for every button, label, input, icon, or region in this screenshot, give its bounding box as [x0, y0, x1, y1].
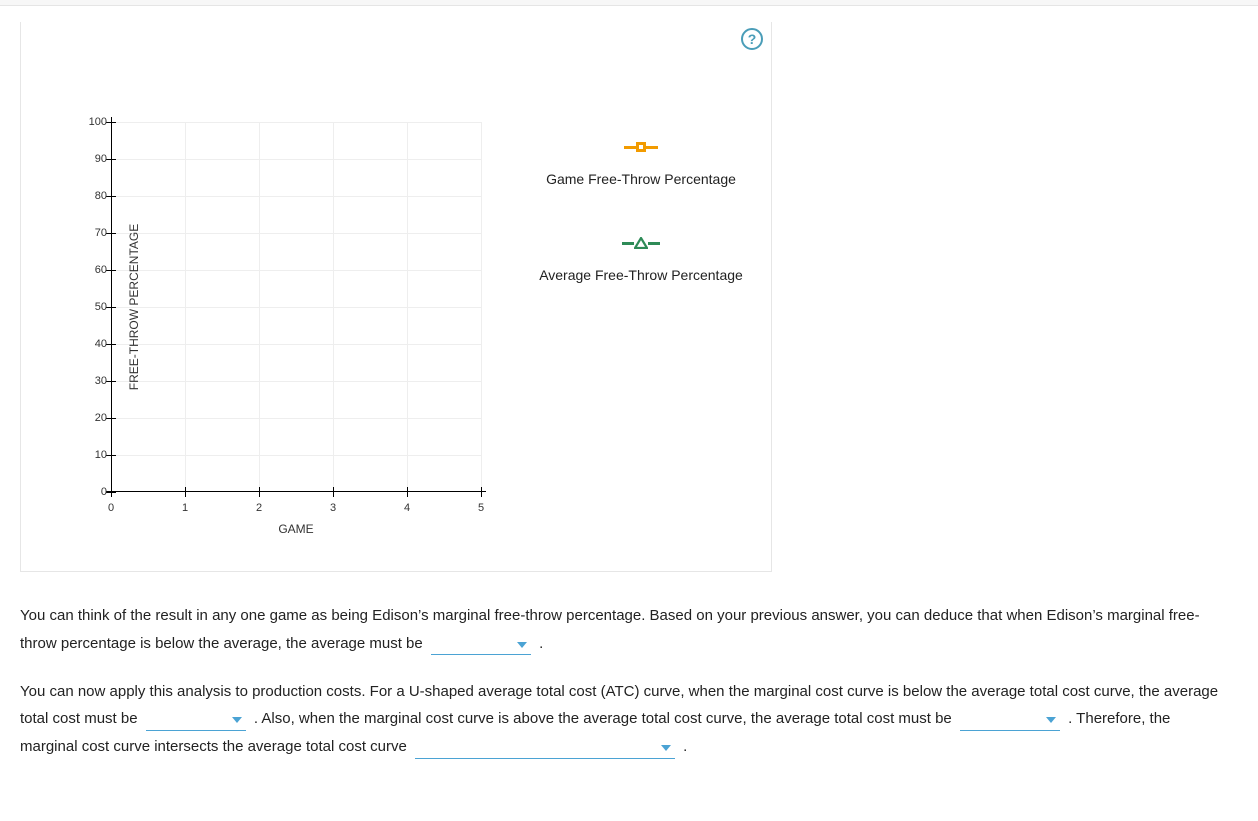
x-tick-label: 0 — [108, 502, 114, 514]
y-tick-label: 10 — [77, 449, 107, 461]
y-tick-label: 90 — [77, 153, 107, 165]
x-axis-title: GAME — [278, 522, 313, 536]
dropdown-atc-above[interactable] — [960, 711, 1060, 731]
dropdown-intersect[interactable] — [415, 739, 675, 759]
legend-item-game[interactable]: Game Free-Throw Percentage — [521, 137, 761, 187]
x-tick-label: 3 — [330, 502, 336, 514]
x-tick-label: 1 — [182, 502, 188, 514]
x-tick-label: 5 — [478, 502, 484, 514]
help-label: ? — [748, 31, 757, 47]
chart-plot[interactable]: 100 90 80 70 60 50 40 30 20 10 0 0 1 2 3… — [111, 122, 481, 492]
question-paragraph-1: You can think of the result in any one g… — [20, 602, 1220, 658]
question-paragraph-2: You can now apply this analysis to produ… — [20, 678, 1220, 761]
square-marker-icon — [636, 142, 646, 152]
y-tick-label: 50 — [77, 301, 107, 313]
y-tick-label: 40 — [77, 338, 107, 350]
x-tick-label: 4 — [404, 502, 410, 514]
legend-item-average[interactable]: Average Free-Throw Percentage — [521, 233, 761, 283]
y-tick-label: 60 — [77, 264, 107, 276]
y-tick-label: 20 — [77, 412, 107, 424]
chart-panel: ? — [20, 22, 772, 572]
caret-down-icon — [661, 745, 671, 751]
triangle-marker-icon — [622, 242, 634, 245]
legend-label: Game Free-Throw Percentage — [521, 171, 761, 187]
square-marker-icon — [646, 146, 658, 149]
question-text: . — [679, 738, 687, 755]
question-text: . — [535, 635, 543, 652]
caret-down-icon — [1046, 717, 1056, 723]
triangle-marker-icon — [648, 242, 660, 245]
question-text: You can think of the result in any one g… — [20, 607, 1200, 652]
legend-label: Average Free-Throw Percentage — [521, 267, 761, 283]
help-icon[interactable]: ? — [741, 28, 763, 50]
dropdown-atc-below[interactable] — [146, 711, 246, 731]
y-axis-title: FREE-THROW PERCENTAGE — [127, 224, 141, 390]
x-axis — [106, 491, 486, 492]
y-tick-label: 30 — [77, 375, 107, 387]
y-tick-label: 80 — [77, 190, 107, 202]
caret-down-icon — [232, 717, 242, 723]
triangle-marker-icon — [634, 237, 648, 249]
y-tick-label: 70 — [77, 227, 107, 239]
square-marker-icon — [624, 146, 636, 149]
y-tick-label: 100 — [77, 116, 107, 128]
caret-down-icon — [517, 642, 527, 648]
chart-legend: Game Free-Throw Percentage Average Free-… — [521, 137, 761, 329]
dropdown-avg-direction[interactable] — [431, 635, 531, 655]
x-tick-label: 2 — [256, 502, 262, 514]
question-text: . Also, when the marginal cost curve is … — [250, 710, 956, 727]
y-tick-label: 0 — [77, 486, 107, 498]
